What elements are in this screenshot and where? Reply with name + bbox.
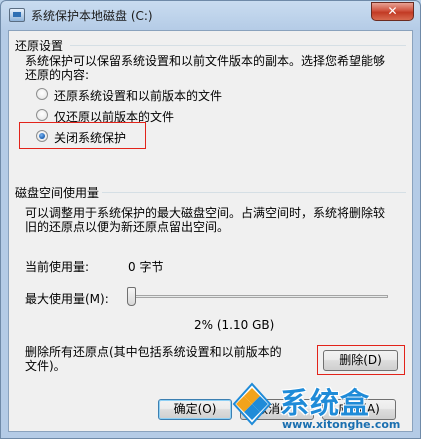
delete-description-line-1: 删除所有还原点(其中包括系统设置和以前版本的: [25, 345, 282, 359]
restore-settings-heading: 还原设置: [15, 39, 64, 53]
watermark: 系统盒 www.xitonghe.com: [230, 378, 415, 436]
max-usage-label: 最大使用量(M):: [25, 292, 109, 306]
radio-restore-system-and-files[interactable]: 还原系统设置和以前版本的文件: [36, 86, 296, 103]
section-divider: [102, 192, 406, 193]
watermark-url: www.xitonghe.com: [282, 418, 401, 431]
drive-icon: [9, 8, 25, 22]
radio-label: 还原系统设置和以前版本的文件: [54, 89, 223, 103]
watermark-brand: 系统盒: [280, 386, 371, 420]
max-usage-value: 2% (1.10 GB): [194, 318, 275, 332]
restore-description-line-1: 系统保护可以保留系统设置和以前文件版本的副本。选择您希望能够: [25, 54, 386, 68]
highlight-annotation: [19, 122, 146, 149]
highlight-annotation: [317, 345, 405, 375]
watermark-logo-icon: [232, 382, 272, 426]
radio-button-icon[interactable]: [36, 88, 48, 100]
slider-thumb[interactable]: [127, 287, 136, 306]
restore-description-line-2: 还原的内容:: [25, 68, 90, 82]
section-divider: [70, 45, 406, 46]
delete-description: 删除所有还原点(其中包括系统设置和以前版本的 文件)。: [25, 345, 305, 373]
restore-settings-description: 系统保护可以保留系统设置和以前文件版本的副本。选择您希望能够 还原的内容:: [25, 54, 405, 82]
max-usage-slider[interactable]: [133, 295, 388, 298]
ok-button[interactable]: 确定(O): [158, 399, 232, 420]
disk-description-line-1: 可以调整用于系统保护的最大磁盘空间。占满空间时，系统将删除较: [25, 206, 386, 220]
close-button[interactable]: ✕: [371, 2, 414, 21]
window-title: 系统保护本地磁盘 (C:): [31, 9, 153, 23]
disk-usage-description: 可以调整用于系统保护的最大磁盘空间。占满空间时，系统将删除较 旧的还原点以便为新…: [25, 206, 410, 234]
current-usage-value: 0 字节: [128, 260, 164, 274]
disk-description-line-2: 旧的还原点以便为新还原点留出空间。: [25, 220, 230, 234]
title-bar[interactable]: 系统保护本地磁盘 (C:) ✕: [1, 1, 420, 29]
radio-button-icon[interactable]: [36, 109, 48, 121]
current-usage-label: 当前使用量:: [25, 260, 90, 274]
delete-description-line-2: 文件)。: [25, 359, 66, 373]
disk-usage-heading: 磁盘空间使用量: [15, 186, 100, 200]
